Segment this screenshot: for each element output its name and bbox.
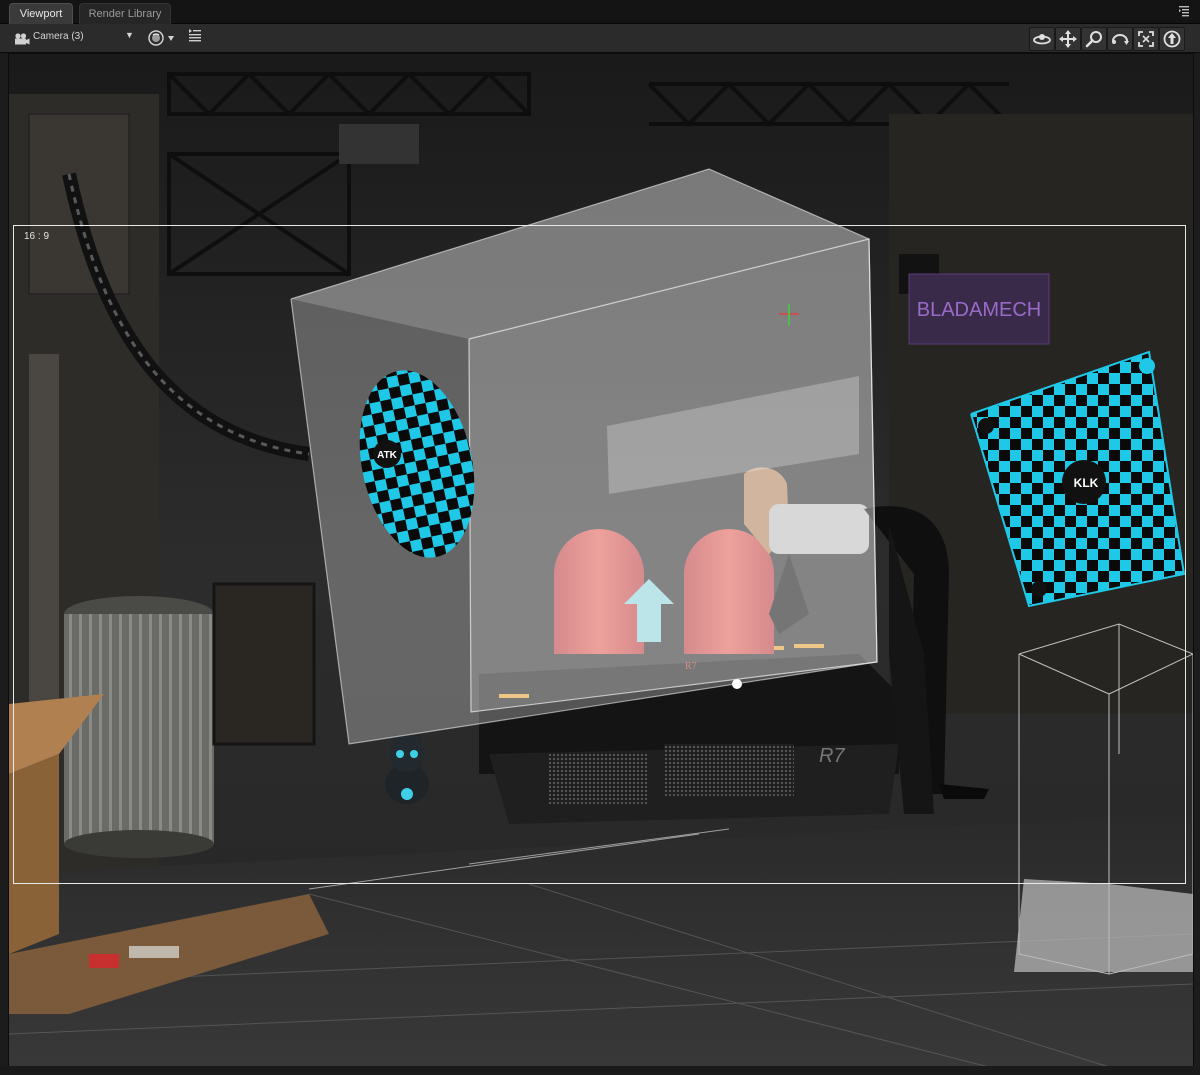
zoom-icon bbox=[1085, 31, 1102, 48]
ground-plane-patch bbox=[1014, 879, 1193, 972]
neon-sign-text: BLADAMECH bbox=[917, 299, 1041, 321]
scene-render: BLADAMECH R7 R7 ATK KLK bbox=[9, 54, 1193, 1067]
tab-render-library[interactable]: Render Library bbox=[79, 3, 171, 24]
camera-selector[interactable]: Camera (3) ▼ bbox=[8, 28, 138, 48]
tab-bar: Viewport Render Library bbox=[0, 0, 1200, 24]
car-badge-front: R7 bbox=[819, 745, 845, 767]
orbit-icon bbox=[1033, 34, 1051, 45]
frame-icon bbox=[1138, 31, 1154, 47]
roll-button[interactable] bbox=[1107, 27, 1133, 51]
draw-style-button[interactable] bbox=[146, 27, 178, 49]
camera-icon bbox=[14, 32, 30, 50]
checker-square-text: KLK bbox=[1074, 476, 1099, 490]
checker-disk-text: ATK bbox=[377, 450, 398, 461]
viewport-toolbar: Camera (3) ▼ bbox=[0, 24, 1200, 53]
3d-viewport[interactable]: BLADAMECH R7 R7 ATK KLK 16: 9 bbox=[8, 53, 1194, 1068]
chevron-down-icon: ▼ bbox=[125, 30, 134, 40]
viewport-options-button[interactable] bbox=[188, 28, 208, 48]
reset-view-icon bbox=[1163, 30, 1181, 48]
pipe bbox=[339, 124, 419, 164]
pan-icon bbox=[1059, 30, 1077, 48]
roll-icon bbox=[1112, 34, 1129, 45]
pan-button[interactable] bbox=[1055, 27, 1081, 51]
frame-button[interactable] bbox=[1133, 27, 1159, 51]
camera-name: Camera (3) bbox=[33, 31, 84, 42]
zoom-button[interactable] bbox=[1081, 27, 1107, 51]
crate bbox=[212, 582, 316, 746]
panel-menu-icon[interactable] bbox=[1178, 4, 1190, 17]
orbit-button[interactable] bbox=[1029, 27, 1055, 51]
viewport-bottom-bar bbox=[0, 1066, 1200, 1075]
reset-view-button[interactable] bbox=[1159, 27, 1185, 51]
trash-can bbox=[64, 596, 214, 858]
draw-style-icon bbox=[148, 30, 174, 46]
viewport-options-icon bbox=[189, 29, 201, 42]
tab-viewport[interactable]: Viewport bbox=[9, 3, 73, 24]
